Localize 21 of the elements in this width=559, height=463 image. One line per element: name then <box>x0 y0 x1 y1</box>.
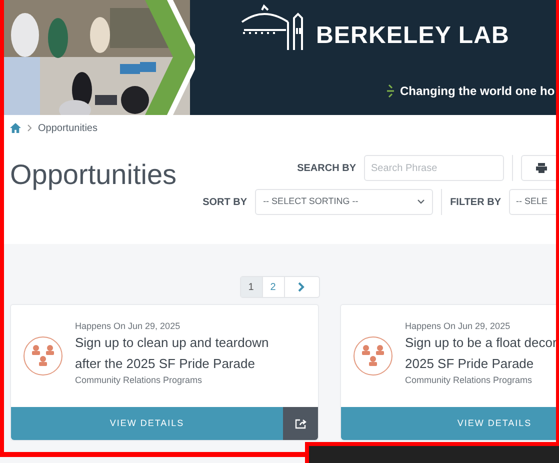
event-category: Community Relations Programs <box>75 374 204 387</box>
filter-label: FILTER BY <box>450 196 501 210</box>
breadcrumb-link[interactable]: Opportunities <box>38 120 98 136</box>
view-details-button[interactable]: VIEW DETAILS <box>341 407 559 440</box>
event-title[interactable]: Sign up to be a float decor <box>405 332 557 353</box>
search-field[interactable]: Search Phrase <box>364 155 504 181</box>
event-category: Community Relations Programs <box>405 374 534 387</box>
logo-text: BERKELEY LAB <box>316 24 510 50</box>
event-title[interactable]: after the 2025 SF Pride Parade <box>75 353 269 374</box>
view-details-button[interactable]: VIEW DETAILS <box>11 407 283 440</box>
search-label: SEARCH BY <box>297 162 356 176</box>
event-date: Happens On Jun 29, 2025 <box>75 320 182 332</box>
page-button[interactable]: 1 <box>240 277 262 297</box>
sort-dropdown[interactable]: -- SELECT SORTING -- <box>255 189 434 215</box>
tagline: Changing the world one ho <box>400 83 555 100</box>
page-title: Opportunities <box>10 161 177 192</box>
filter-dropdown[interactable]: -- SELE <box>509 189 559 215</box>
event-title[interactable]: 2025 SF Pride Parade <box>405 353 557 374</box>
event-date: Happens On Jun 29, 2025 <box>405 320 512 332</box>
sort-label: SORT BY <box>202 196 248 210</box>
event-title[interactable]: Sign up to clean up and teardown <box>75 332 269 353</box>
